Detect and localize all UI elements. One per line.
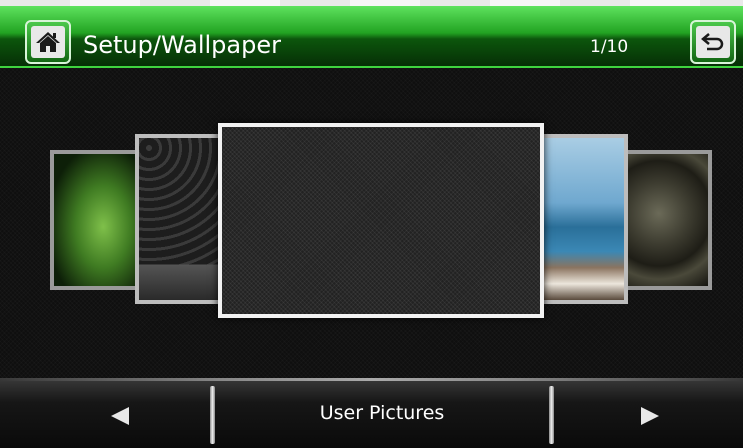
category-label: User Pictures — [319, 402, 445, 424]
page-title: Setup/Wallpaper — [83, 31, 281, 59]
triangle-right-icon — [641, 407, 659, 425]
previous-category-button[interactable] — [100, 398, 140, 434]
page-counter: 1/10 — [590, 37, 629, 57]
return-arrow-icon — [696, 26, 730, 58]
wallpaper-thumb-selected[interactable] — [218, 123, 544, 318]
back-button[interactable] — [690, 20, 736, 64]
wallpaper-carousel[interactable] — [0, 68, 743, 378]
triangle-left-icon — [111, 407, 129, 425]
wallpaper-thumb-dark-pattern[interactable] — [135, 134, 225, 304]
home-icon — [31, 26, 65, 58]
category-selector[interactable]: User Pictures — [210, 382, 554, 444]
next-category-button[interactable] — [630, 398, 670, 434]
wallpaper-thumb-sea-boat[interactable] — [538, 134, 628, 304]
wallpaper-thumb-gears[interactable] — [622, 150, 712, 290]
home-button[interactable] — [25, 20, 71, 64]
divider — [210, 386, 215, 444]
header-bar: Setup/Wallpaper 1/10 — [0, 6, 743, 68]
footer-bar: User Pictures — [0, 378, 743, 448]
divider — [549, 386, 554, 444]
wallpaper-thumb-leaf[interactable] — [50, 150, 140, 290]
